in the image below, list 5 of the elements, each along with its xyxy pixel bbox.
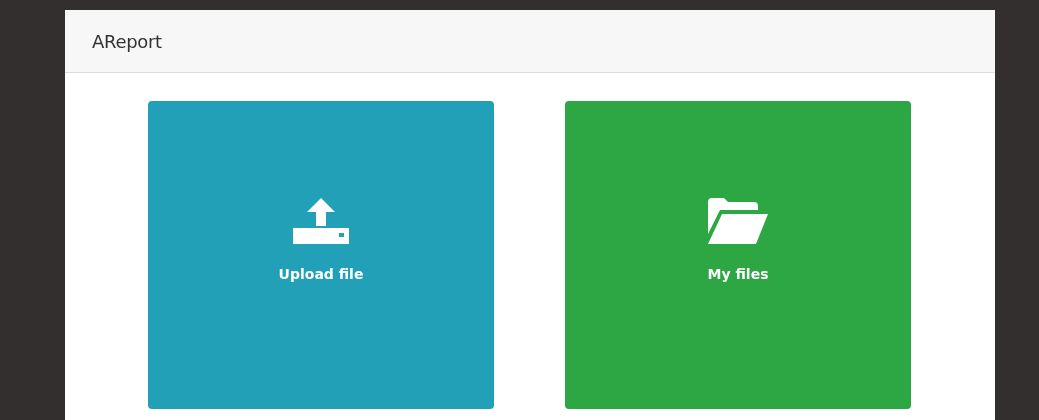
folder-tile[interactable]: My files bbox=[565, 101, 911, 409]
app-title: AReport bbox=[92, 30, 162, 52]
upload-tile[interactable]: Upload file bbox=[148, 101, 494, 409]
folder-icon bbox=[708, 198, 768, 244]
upload-icon bbox=[293, 198, 349, 244]
